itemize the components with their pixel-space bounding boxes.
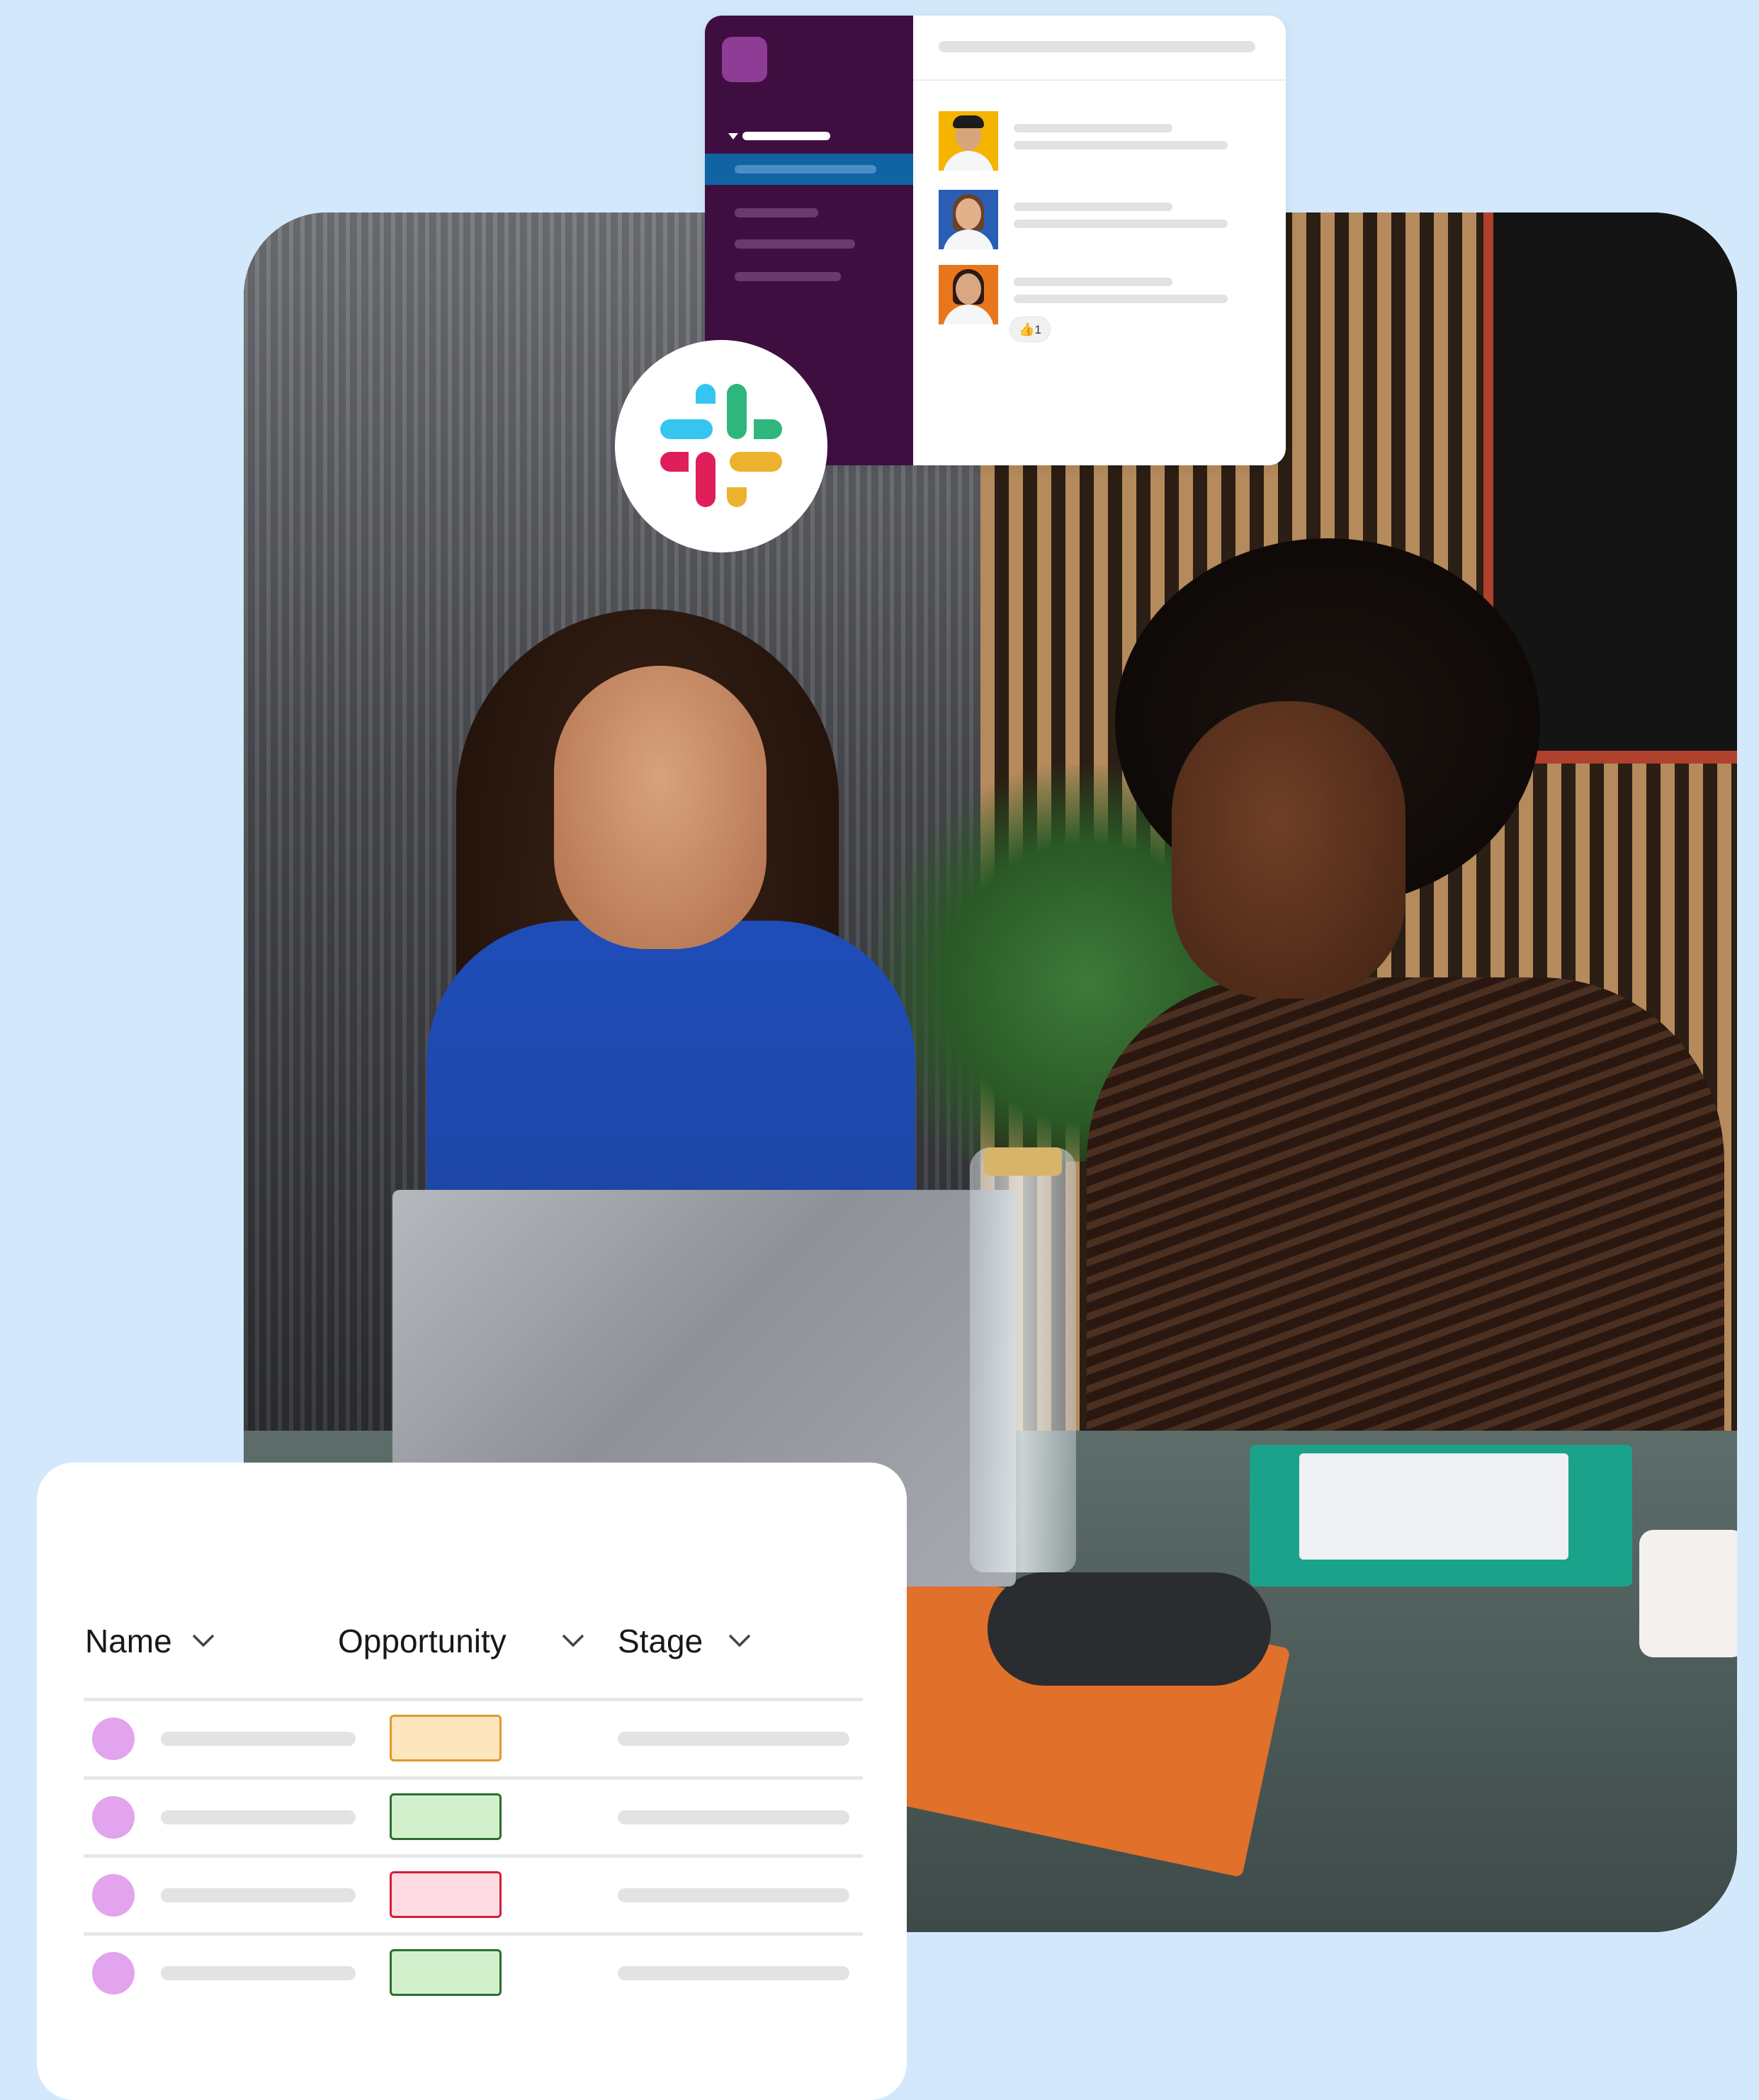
reaction-pill[interactable]: 👍1 [1009, 317, 1051, 342]
avatar [92, 1796, 135, 1839]
stage-placeholder [618, 1888, 849, 1902]
sidebar-item[interactable] [735, 208, 818, 217]
person-right-face [1172, 701, 1405, 999]
opportunity-pill[interactable] [390, 1793, 502, 1840]
row-divider [84, 1854, 863, 1858]
bottle-cap [984, 1147, 1062, 1176]
caret-down-icon[interactable] [728, 133, 738, 140]
avatar-head [956, 198, 981, 229]
chevron-down-icon[interactable] [561, 1633, 585, 1648]
mug [1639, 1530, 1737, 1657]
message-author-placeholder [1014, 124, 1172, 132]
sidebar-item-selected[interactable] [705, 154, 913, 185]
glass-bottle [970, 1147, 1076, 1572]
message-text-placeholder [1014, 220, 1228, 228]
woman-glasses-avatar[interactable] [939, 265, 998, 324]
message-author-placeholder [1014, 278, 1172, 286]
message-author-placeholder [1014, 203, 1172, 211]
avatar [92, 1952, 135, 1994]
avatar-shoulders [943, 151, 994, 171]
sidebar-item-label-placeholder [735, 165, 876, 174]
opportunity-pill[interactable] [390, 1949, 502, 1996]
message[interactable] [939, 190, 1279, 254]
row-divider [84, 1932, 863, 1936]
column-header-stage[interactable]: Stage [618, 1620, 703, 1662]
notebook-page [1299, 1453, 1568, 1560]
name-placeholder [161, 1732, 356, 1746]
person-left-face [554, 666, 767, 949]
message[interactable] [939, 111, 1279, 175]
message-text-placeholder [1014, 141, 1228, 149]
row-divider [84, 1698, 863, 1701]
avatar-hair [953, 115, 984, 128]
opportunity-table-card: Name Opportunity Stage [37, 1463, 907, 2100]
name-placeholder [161, 1966, 356, 1980]
column-header-name[interactable]: Name [85, 1620, 172, 1662]
opportunity-pill[interactable] [390, 1871, 502, 1918]
avatar-shoulders [943, 305, 994, 324]
stage-placeholder [618, 1732, 849, 1746]
avatar-shoulders [943, 229, 994, 249]
opportunity-pill[interactable] [390, 1715, 502, 1761]
workspace-icon[interactable] [722, 37, 767, 82]
avatar [92, 1718, 135, 1760]
workspace-name-placeholder[interactable] [742, 132, 830, 140]
avatar [92, 1874, 135, 1917]
name-placeholder [161, 1888, 356, 1902]
stage-placeholder [618, 1810, 849, 1824]
message-text-placeholder [1014, 295, 1228, 303]
slack-main-pane: 👍1 [913, 16, 1286, 465]
woman-avatar[interactable] [939, 190, 998, 249]
chevron-down-icon[interactable] [728, 1633, 752, 1648]
chevron-down-icon[interactable] [191, 1633, 215, 1648]
avatar-head [956, 273, 981, 305]
slack-logo-icon [660, 384, 782, 507]
thumbs-up-icon: 👍 [1019, 322, 1035, 336]
sidebar-item[interactable] [735, 272, 841, 281]
sidebar-item[interactable] [735, 239, 855, 249]
channel-header-placeholder [939, 41, 1255, 52]
reaction-count: 1 [1034, 323, 1041, 336]
speaker-device [988, 1572, 1271, 1686]
stage-placeholder [618, 1966, 849, 1980]
row-divider [84, 1776, 863, 1780]
header-divider [913, 79, 1286, 81]
name-placeholder [161, 1810, 356, 1824]
column-header-opportunity[interactable]: Opportunity [338, 1620, 507, 1662]
message[interactable] [939, 265, 1279, 329]
slack-logo-badge [615, 340, 827, 552]
man-avatar[interactable] [939, 111, 998, 171]
